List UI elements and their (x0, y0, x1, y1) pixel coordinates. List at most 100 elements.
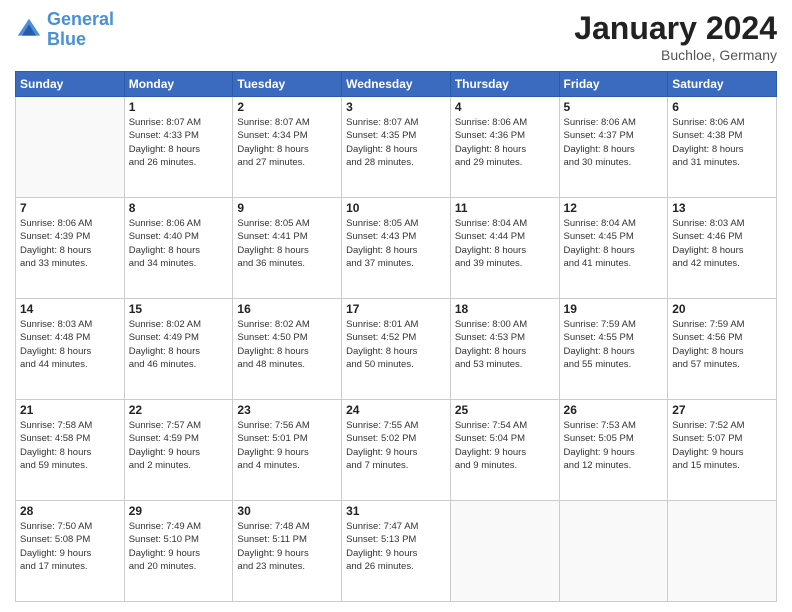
day-number: 20 (672, 302, 772, 316)
day-number: 22 (129, 403, 229, 417)
day-info: Sunrise: 7:58 AM Sunset: 4:58 PM Dayligh… (20, 419, 120, 472)
day-info: Sunrise: 7:59 AM Sunset: 4:55 PM Dayligh… (564, 318, 664, 371)
day-info: Sunrise: 8:04 AM Sunset: 4:44 PM Dayligh… (455, 217, 555, 270)
calendar-cell (559, 501, 668, 602)
calendar-cell: 3Sunrise: 8:07 AM Sunset: 4:35 PM Daylig… (342, 97, 451, 198)
calendar-cell: 8Sunrise: 8:06 AM Sunset: 4:40 PM Daylig… (124, 198, 233, 299)
day-number: 10 (346, 201, 446, 215)
day-info: Sunrise: 8:05 AM Sunset: 4:43 PM Dayligh… (346, 217, 446, 270)
logo-text: General Blue (47, 10, 114, 50)
day-number: 28 (20, 504, 120, 518)
day-info: Sunrise: 8:02 AM Sunset: 4:50 PM Dayligh… (237, 318, 337, 371)
calendar: SundayMondayTuesdayWednesdayThursdayFrid… (15, 71, 777, 602)
day-number: 23 (237, 403, 337, 417)
title-area: January 2024 Buchloe, Germany (574, 10, 777, 63)
calendar-cell: 19 Sunrise: 7:59 AM Sunset: 4:55 PM Dayli… (559, 299, 668, 400)
day-number: 14 (20, 302, 120, 316)
day-number: 12 (564, 201, 664, 215)
weekday-header: Monday (124, 72, 233, 97)
calendar-cell (450, 501, 559, 602)
calendar-cell: 16 Sunrise: 8:02 AM Sunset: 4:50 PM Dayli… (233, 299, 342, 400)
calendar-cell: 10 Sunrise: 8:05 AM Sunset: 4:43 PM Dayli… (342, 198, 451, 299)
day-info: Sunrise: 8:02 AM Sunset: 4:49 PM Dayligh… (129, 318, 229, 371)
calendar-cell: 9 Sunrise: 8:05 AM Sunset: 4:41 PM Daylig… (233, 198, 342, 299)
calendar-week-4: 28Sunrise: 7:50 AM Sunset: 5:08 PM Dayli… (16, 501, 777, 602)
day-number: 1 (129, 100, 229, 114)
day-info: Sunrise: 7:53 AM Sunset: 5:05 PM Dayligh… (564, 419, 664, 472)
day-info: Sunrise: 7:49 AM Sunset: 5:10 PM Dayligh… (129, 520, 229, 573)
calendar-cell: 12 Sunrise: 8:04 AM Sunset: 4:45 PM Dayli… (559, 198, 668, 299)
logo-line1: General (47, 9, 114, 29)
weekday-header: Friday (559, 72, 668, 97)
calendar-cell: 24Sunrise: 7:55 AM Sunset: 5:02 PM Dayli… (342, 400, 451, 501)
calendar-cell: 25 Sunrise: 7:54 AM Sunset: 5:04 PM Dayli… (450, 400, 559, 501)
weekday-header: Wednesday (342, 72, 451, 97)
day-info: Sunrise: 7:48 AM Sunset: 5:11 PM Dayligh… (237, 520, 337, 573)
calendar-cell: 5 Sunrise: 8:06 AM Sunset: 4:37 PM Daylig… (559, 97, 668, 198)
day-info: Sunrise: 7:59 AM Sunset: 4:56 PM Dayligh… (672, 318, 772, 371)
day-number: 21 (20, 403, 120, 417)
weekday-header: Tuesday (233, 72, 342, 97)
calendar-week-2: 14Sunrise: 8:03 AM Sunset: 4:48 PM Dayli… (16, 299, 777, 400)
calendar-cell: 28Sunrise: 7:50 AM Sunset: 5:08 PM Dayli… (16, 501, 125, 602)
header: General Blue January 2024 Buchloe, Germa… (15, 10, 777, 63)
day-number: 7 (20, 201, 120, 215)
calendar-cell: 6 Sunrise: 8:06 AM Sunset: 4:38 PM Daylig… (668, 97, 777, 198)
calendar-cell: 22 Sunrise: 7:57 AM Sunset: 4:59 PM Dayli… (124, 400, 233, 501)
calendar-cell: 21 Sunrise: 7:58 AM Sunset: 4:58 PM Dayli… (16, 400, 125, 501)
day-number: 5 (564, 100, 664, 114)
weekday-header: Saturday (668, 72, 777, 97)
calendar-cell: 27Sunrise: 7:52 AM Sunset: 5:07 PM Dayli… (668, 400, 777, 501)
calendar-week-1: 7 Sunrise: 8:06 AM Sunset: 4:39 PM Daylig… (16, 198, 777, 299)
calendar-cell: 23 Sunrise: 7:56 AM Sunset: 5:01 PM Dayli… (233, 400, 342, 501)
day-number: 16 (237, 302, 337, 316)
weekday-header: Sunday (16, 72, 125, 97)
day-info: Sunrise: 8:05 AM Sunset: 4:41 PM Dayligh… (237, 217, 337, 270)
day-info: Sunrise: 8:06 AM Sunset: 4:38 PM Dayligh… (672, 116, 772, 169)
logo-icon (15, 16, 43, 44)
day-info: Sunrise: 7:57 AM Sunset: 4:59 PM Dayligh… (129, 419, 229, 472)
day-number: 26 (564, 403, 664, 417)
day-number: 18 (455, 302, 555, 316)
month-title: January 2024 (574, 10, 777, 47)
calendar-cell: 13Sunrise: 8:03 AM Sunset: 4:46 PM Dayli… (668, 198, 777, 299)
day-number: 15 (129, 302, 229, 316)
day-info: Sunrise: 7:54 AM Sunset: 5:04 PM Dayligh… (455, 419, 555, 472)
calendar-cell: 1Sunrise: 8:07 AM Sunset: 4:33 PM Daylig… (124, 97, 233, 198)
day-info: Sunrise: 8:04 AM Sunset: 4:45 PM Dayligh… (564, 217, 664, 270)
day-number: 19 (564, 302, 664, 316)
day-info: Sunrise: 8:00 AM Sunset: 4:53 PM Dayligh… (455, 318, 555, 371)
calendar-week-3: 21 Sunrise: 7:58 AM Sunset: 4:58 PM Dayli… (16, 400, 777, 501)
logo-line2: Blue (47, 29, 86, 49)
day-number: 6 (672, 100, 772, 114)
day-number: 25 (455, 403, 555, 417)
day-info: Sunrise: 8:06 AM Sunset: 4:36 PM Dayligh… (455, 116, 555, 169)
day-info: Sunrise: 7:56 AM Sunset: 5:01 PM Dayligh… (237, 419, 337, 472)
weekday-row: SundayMondayTuesdayWednesdayThursdayFrid… (16, 72, 777, 97)
calendar-cell: 30 Sunrise: 7:48 AM Sunset: 5:11 PM Dayli… (233, 501, 342, 602)
calendar-header: SundayMondayTuesdayWednesdayThursdayFrid… (16, 72, 777, 97)
day-info: Sunrise: 7:52 AM Sunset: 5:07 PM Dayligh… (672, 419, 772, 472)
day-number: 3 (346, 100, 446, 114)
calendar-week-0: 1Sunrise: 8:07 AM Sunset: 4:33 PM Daylig… (16, 97, 777, 198)
day-number: 17 (346, 302, 446, 316)
day-info: Sunrise: 8:06 AM Sunset: 4:39 PM Dayligh… (20, 217, 120, 270)
day-number: 8 (129, 201, 229, 215)
calendar-cell: 18 Sunrise: 8:00 AM Sunset: 4:53 PM Dayli… (450, 299, 559, 400)
weekday-header: Thursday (450, 72, 559, 97)
calendar-cell: 26 Sunrise: 7:53 AM Sunset: 5:05 PM Dayli… (559, 400, 668, 501)
day-info: Sunrise: 8:03 AM Sunset: 4:46 PM Dayligh… (672, 217, 772, 270)
calendar-cell: 14Sunrise: 8:03 AM Sunset: 4:48 PM Dayli… (16, 299, 125, 400)
day-number: 30 (237, 504, 337, 518)
day-info: Sunrise: 8:06 AM Sunset: 4:37 PM Dayligh… (564, 116, 664, 169)
day-info: Sunrise: 7:47 AM Sunset: 5:13 PM Dayligh… (346, 520, 446, 573)
day-number: 29 (129, 504, 229, 518)
calendar-cell (16, 97, 125, 198)
day-number: 11 (455, 201, 555, 215)
calendar-cell: 4Sunrise: 8:06 AM Sunset: 4:36 PM Daylig… (450, 97, 559, 198)
calendar-cell: 2Sunrise: 8:07 AM Sunset: 4:34 PM Daylig… (233, 97, 342, 198)
day-number: 2 (237, 100, 337, 114)
page: General Blue January 2024 Buchloe, Germa… (0, 0, 792, 612)
day-number: 9 (237, 201, 337, 215)
day-info: Sunrise: 7:55 AM Sunset: 5:02 PM Dayligh… (346, 419, 446, 472)
